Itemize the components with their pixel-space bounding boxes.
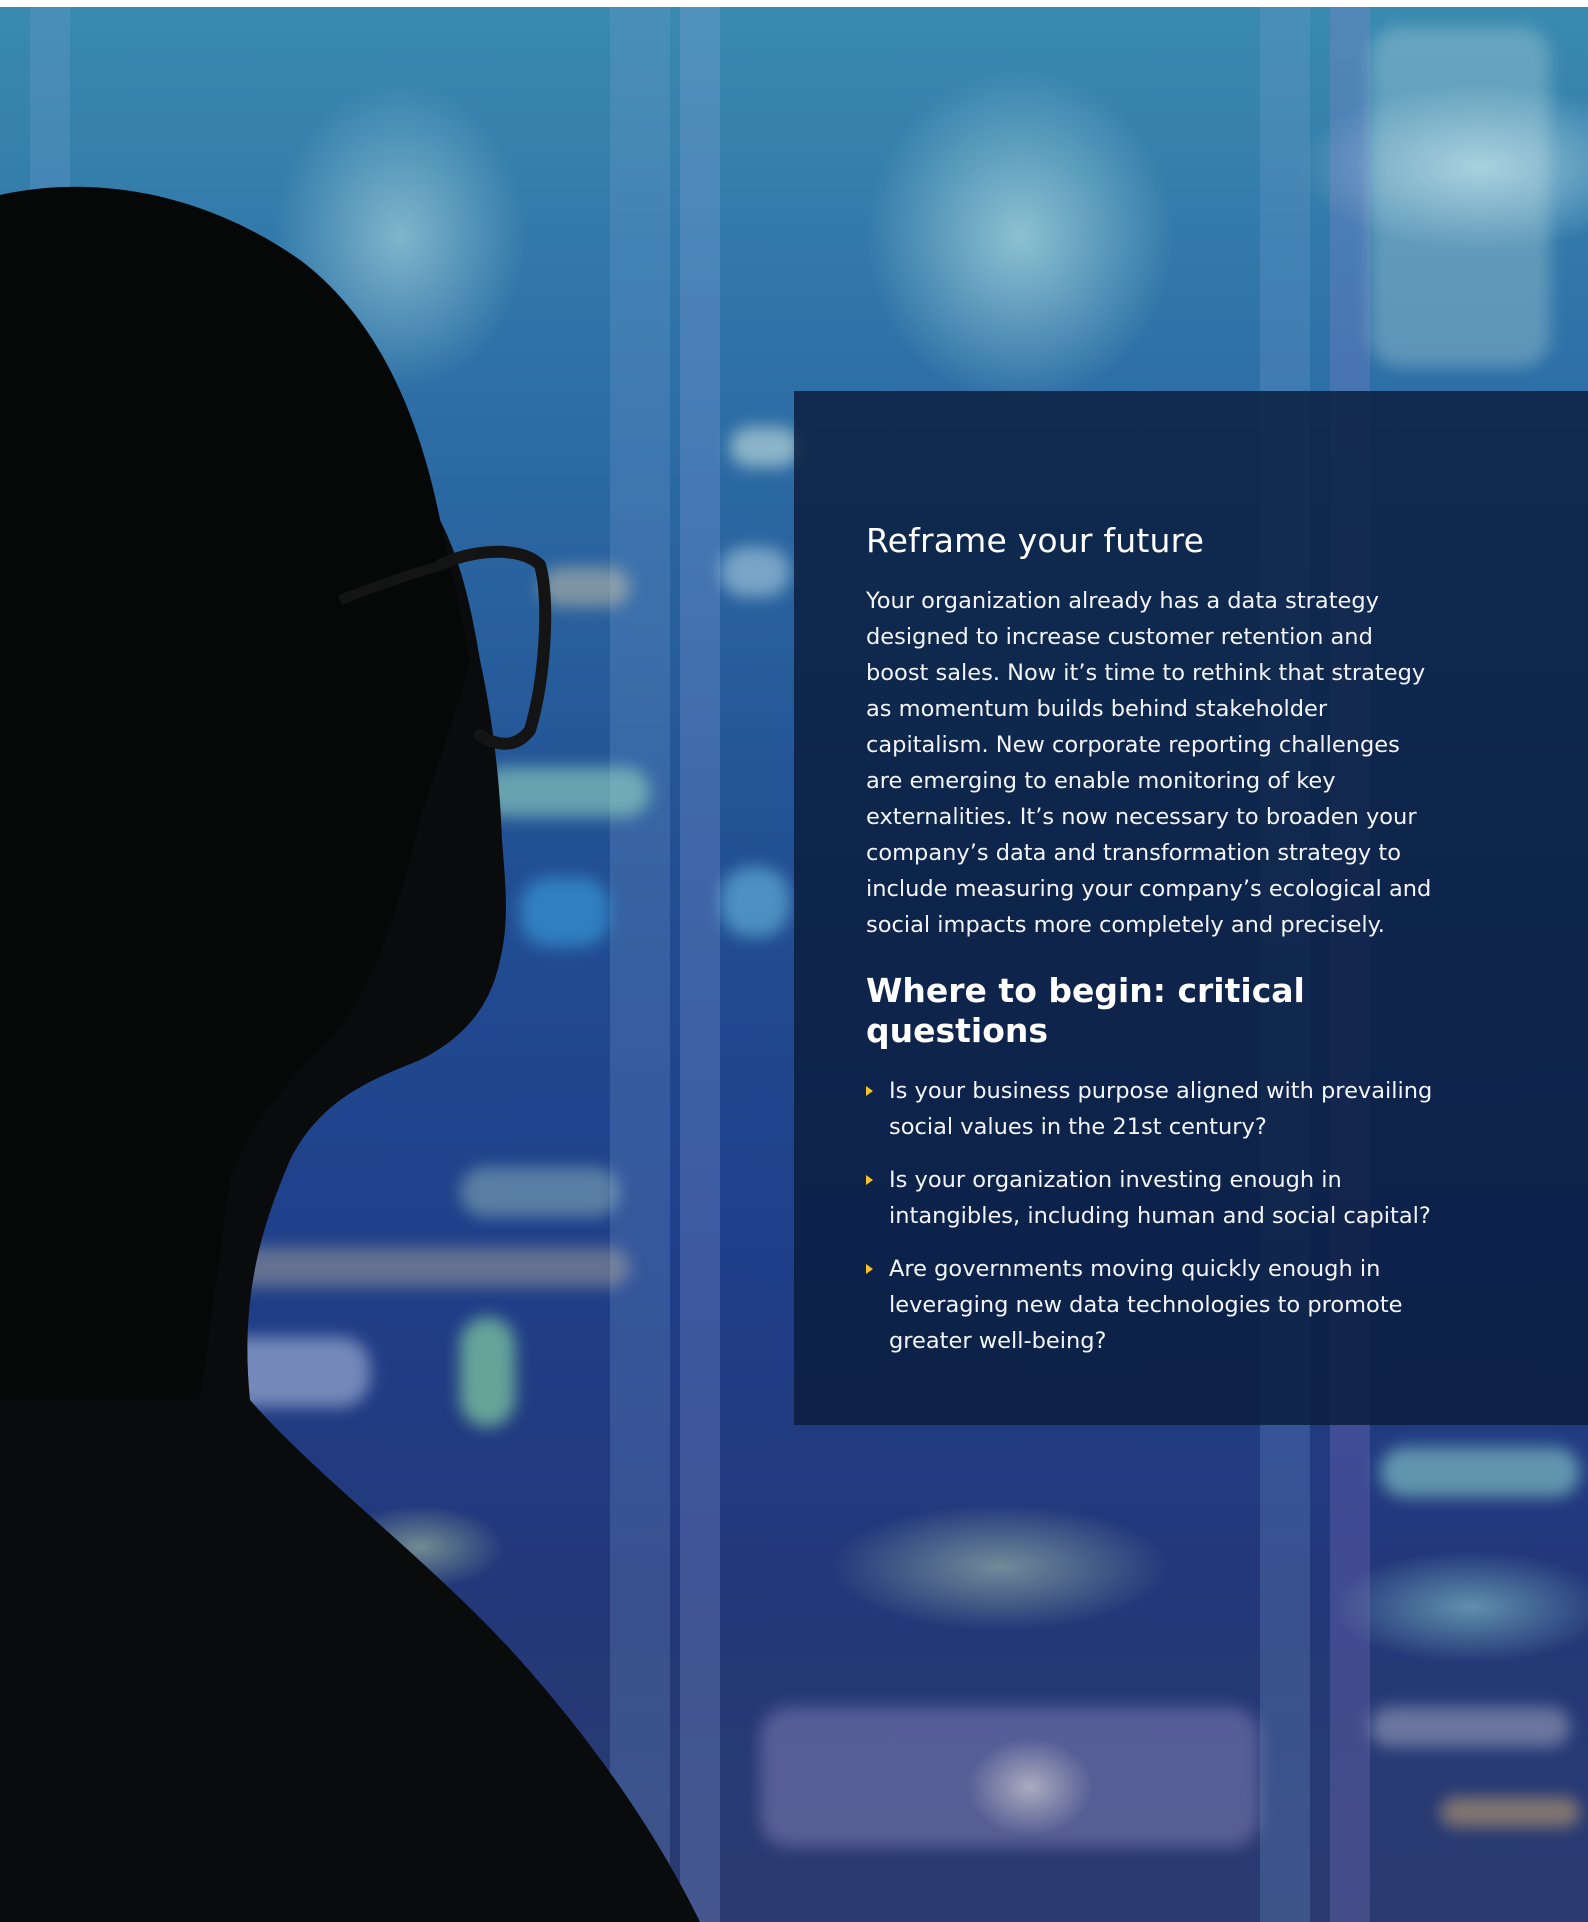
question-text: Are governments moving quickly enough in… <box>889 1256 1403 1354</box>
screen-glow <box>1370 27 1550 367</box>
triangle-right-icon <box>866 1086 873 1096</box>
triangle-right-icon <box>866 1175 873 1185</box>
list-item: Are governments moving quickly enough in… <box>866 1251 1438 1359</box>
person-silhouette <box>0 186 700 1922</box>
question-text: Is your business purpose aligned with pr… <box>889 1078 1433 1140</box>
questions-title: Where to begin: critical questions <box>866 971 1305 1050</box>
triangle-right-icon <box>866 1264 873 1274</box>
content-panel: Reframe your future Your organization al… <box>794 391 1588 1425</box>
list-item: Is your business purpose aligned with pr… <box>866 1073 1438 1145</box>
section-title: Reframe your future <box>866 521 1205 560</box>
screen-glow <box>1370 1707 1570 1747</box>
screen-glow <box>1440 1797 1580 1827</box>
page: Reframe your future Your organization al… <box>0 0 1588 1922</box>
section-body: Your organization already has a data str… <box>866 588 1432 938</box>
list-item: Is your organization investing enough in… <box>866 1162 1438 1234</box>
screen-glow <box>760 1707 1260 1847</box>
question-text: Is your organization investing enough in… <box>889 1167 1431 1229</box>
questions-list: Is your business purpose aligned with pr… <box>866 1073 1438 1359</box>
screen-glow <box>1380 1447 1580 1497</box>
